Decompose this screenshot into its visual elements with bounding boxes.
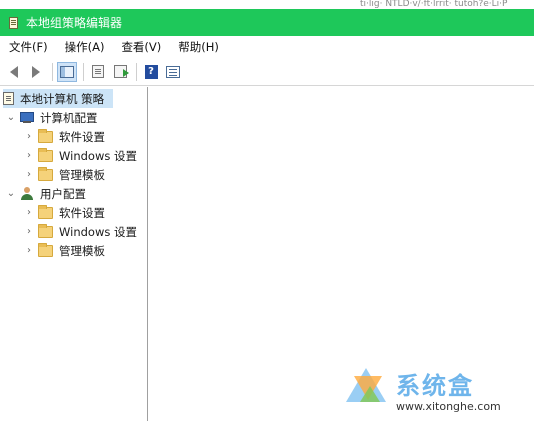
export-list-icon [113,65,129,78]
chevron-down-icon[interactable]: ⌄ [6,188,16,199]
folder-icon [38,147,53,162]
tree-item-label: 计算机配置 [40,110,98,125]
tree-item-label: Windows 设置 [59,224,137,239]
show-hide-action-pane-icon [166,65,180,78]
tree-item-label: 软件设置 [59,205,105,220]
folder-icon [38,166,53,181]
menu-view[interactable]: 查看(V) [121,39,161,55]
chevron-right-icon[interactable]: › [24,245,34,256]
tree-item-admin-templates[interactable]: › 管理模板 [24,165,105,184]
properties-button[interactable] [88,62,108,82]
computer-icon [20,111,34,124]
forward-arrow-icon [32,65,40,78]
title-bar: 本地组策略编辑器 [0,9,534,36]
show-hide-action-pane-button[interactable] [163,62,183,82]
chevron-right-icon[interactable]: › [24,226,34,237]
details-pane[interactable] [149,87,534,421]
export-list-button[interactable] [110,62,130,82]
menu-action[interactable]: 操作(A) [65,39,105,55]
tree-item-user-software-settings[interactable]: › 软件设置 [24,203,105,222]
chevron-down-icon[interactable]: ⌄ [6,112,16,123]
properties-page-icon [92,65,104,78]
back-arrow-icon [10,65,18,78]
console-tree-pane[interactable]: 本地计算机 策略 ⌄ 计算机配置 › 软件设置 › Windows 设置 › 管… [0,87,148,421]
tree-item-windows-settings[interactable]: › Windows 设置 [24,146,137,165]
tree-item-user-admin-templates[interactable]: › 管理模板 [24,241,105,260]
tree-item-user-config[interactable]: ⌄ 用户配置 [6,184,86,203]
chevron-right-icon[interactable]: › [24,131,34,142]
toolbar-separator [83,62,84,81]
tree-item-label: 管理模板 [59,167,105,182]
tree-item-label: Windows 设置 [59,148,137,163]
user-icon [20,186,34,201]
back-button[interactable] [4,62,24,82]
folder-icon [38,223,53,238]
policy-icon [3,92,14,105]
help-icon: ? [144,64,158,79]
help-button[interactable]: ? [141,62,161,82]
policy-editor-icon [9,16,18,29]
toolbar-separator [136,62,137,81]
tree-item-label: 管理模板 [59,243,105,258]
menu-file[interactable]: 文件(F) [9,39,48,55]
show-hide-console-tree-icon [60,65,74,78]
show-hide-console-tree-button[interactable] [57,61,77,82]
folder-icon [38,128,53,143]
tree-item-label: 软件设置 [59,129,105,144]
chevron-right-icon[interactable]: › [24,150,34,161]
window-title: 本地组策略编辑器 [26,16,123,30]
tree-item-label: 用户配置 [40,186,86,201]
toolbar: ? [0,58,534,86]
tree-item-computer-config[interactable]: ⌄ 计算机配置 [6,108,98,127]
folder-icon [38,204,53,219]
tree-item-user-windows-settings[interactable]: › Windows 设置 [24,222,137,241]
tree-item-label: 本地计算机 策略 [20,91,105,106]
forward-button[interactable] [26,62,46,82]
chevron-right-icon[interactable]: › [24,207,34,218]
tree-item-local-computer-policy[interactable]: 本地计算机 策略 [3,89,113,108]
chevron-right-icon[interactable]: › [24,169,34,180]
folder-icon [38,242,53,257]
menu-help[interactable]: 帮助(H) [178,39,219,55]
tree-item-software-settings[interactable]: › 软件设置 [24,127,105,146]
menu-bar: 文件(F) 操作(A) 查看(V) 帮助(H) [0,36,534,58]
toolbar-separator [52,62,53,81]
